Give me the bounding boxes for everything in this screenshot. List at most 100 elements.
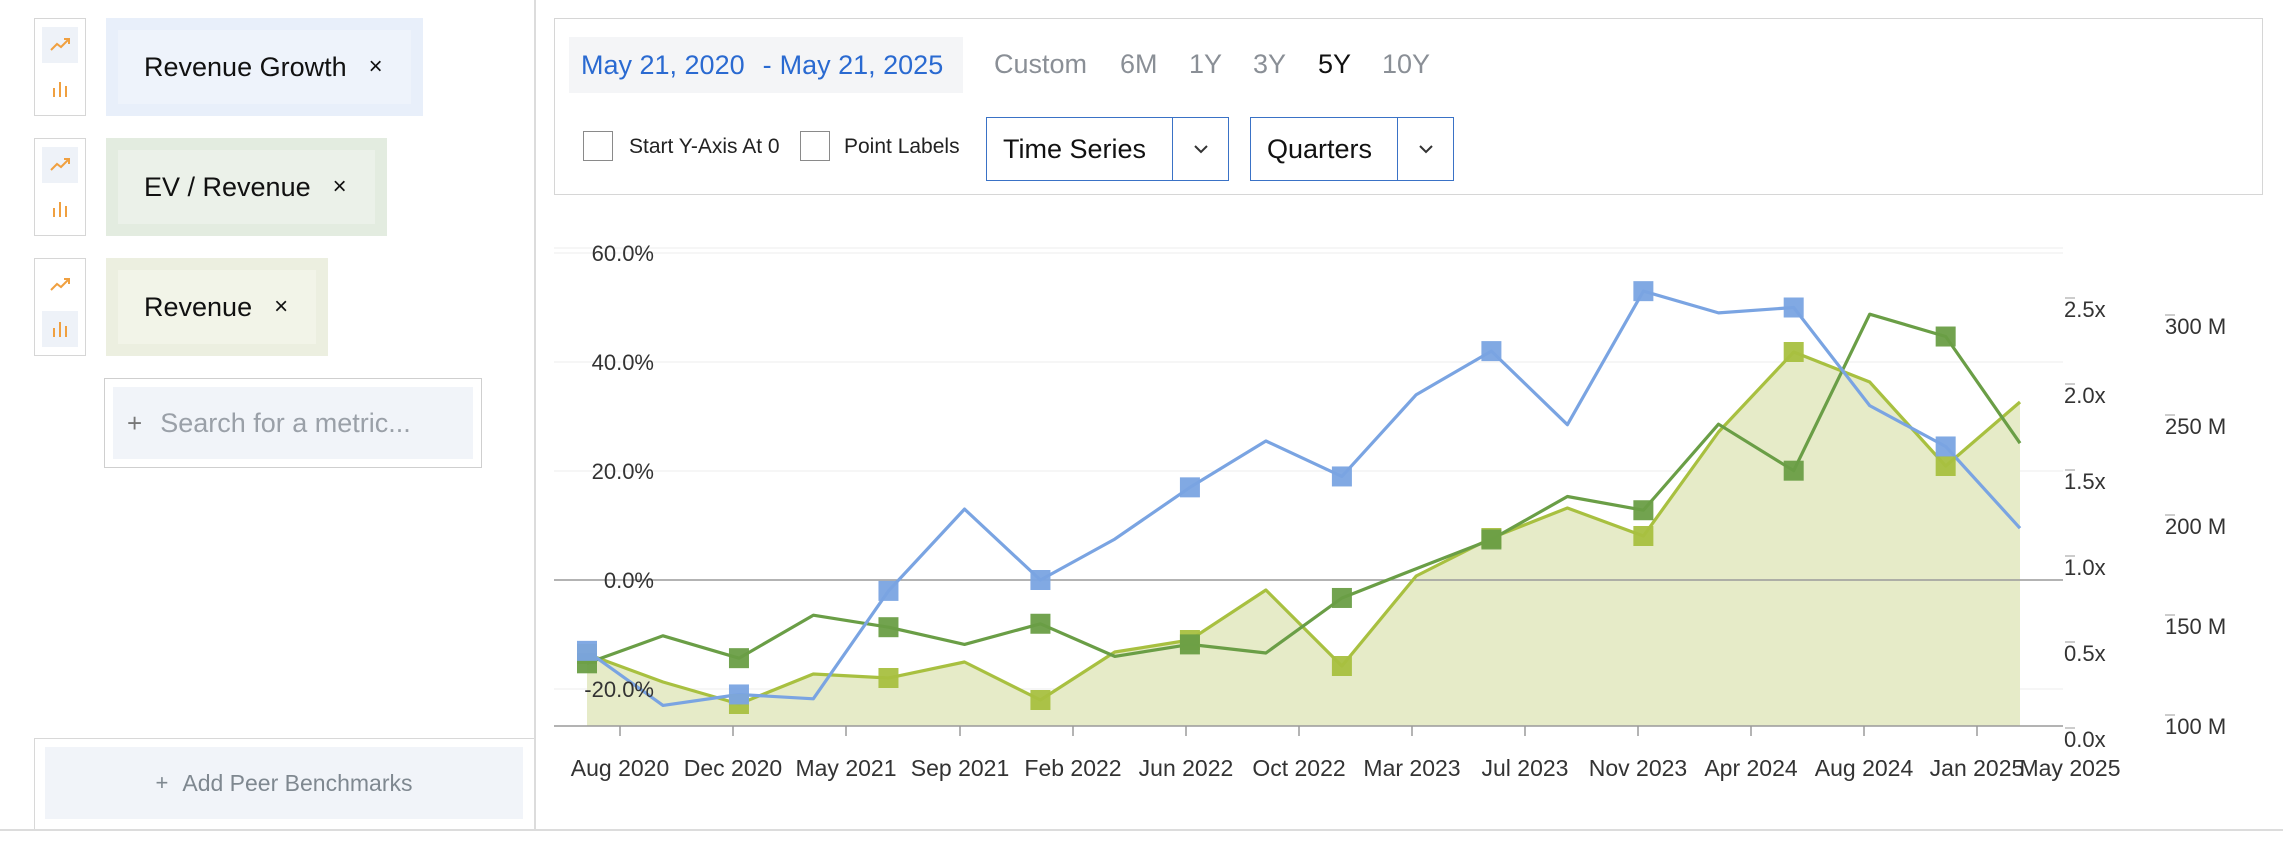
chevron-down-icon[interactable] xyxy=(1172,118,1228,180)
chart-type-toggle xyxy=(34,258,86,356)
x-tick-label: Feb 2022 xyxy=(1024,755,1121,781)
metric-chip[interactable]: Revenue Growth × xyxy=(106,18,423,116)
period-5y[interactable]: 5Y xyxy=(1318,49,1351,80)
chart-type-toggle xyxy=(34,138,86,236)
add-peer-benchmarks-label: Add Peer Benchmarks xyxy=(182,769,413,796)
remove-metric-icon[interactable]: × xyxy=(333,173,347,201)
x-tick-label: May 2025 xyxy=(2019,755,2120,781)
frequency-value: Quarters xyxy=(1267,133,1373,164)
x-tick-label: Jun 2022 xyxy=(1139,755,1234,781)
date-start[interactable]: May 21, 2020 xyxy=(581,50,745,81)
date-separator: - xyxy=(762,49,772,80)
right-m-tick-label: 250 M xyxy=(2165,414,2226,439)
revenue-area xyxy=(587,352,2020,726)
search-input[interactable] xyxy=(158,406,463,440)
bar-chart-icon[interactable] xyxy=(42,191,78,227)
frequency-select[interactable]: Quarters xyxy=(1250,117,1454,181)
period-1y[interactable]: 1Y xyxy=(1189,49,1222,80)
left-tick-label: -20.0% xyxy=(584,677,654,702)
data-point xyxy=(1783,460,1804,481)
series-lines xyxy=(586,289,2022,708)
left-tick-label: 20.0% xyxy=(592,459,654,484)
data-point xyxy=(1783,342,1804,362)
data-point xyxy=(1935,436,1956,457)
period-10y[interactable]: 10Y xyxy=(1382,49,1430,80)
data-point xyxy=(1179,634,1200,655)
remove-metric-icon[interactable]: × xyxy=(369,53,383,81)
period-6m[interactable]: 6M xyxy=(1120,49,1158,80)
metric-chip[interactable]: Revenue × xyxy=(106,258,329,356)
right-x-tick-label: 1.5x xyxy=(2064,469,2106,494)
line-chart-icon[interactable] xyxy=(42,147,78,183)
series-line-revenue-growth xyxy=(586,289,2022,708)
data-point xyxy=(1935,456,1956,476)
right-m-tick-label: 300 M xyxy=(2165,314,2226,339)
period-3y[interactable]: 3Y xyxy=(1253,49,1286,80)
right-x-tick-label: 2.5x xyxy=(2064,297,2106,322)
data-point xyxy=(878,617,899,638)
right-x-tick-label: 0.0x xyxy=(2064,727,2106,752)
metric-chip-label: Revenue xyxy=(144,291,253,322)
date-end[interactable]: May 21, 2025 xyxy=(780,50,944,81)
add-peer-benchmarks-button[interactable]: + Add Peer Benchmarks xyxy=(45,747,523,819)
data-point xyxy=(1481,341,1502,362)
period-custom[interactable]: Custom xyxy=(994,49,1087,80)
data-point xyxy=(1030,613,1051,634)
remove-metric-icon[interactable]: × xyxy=(274,293,288,321)
data-point xyxy=(1030,570,1051,590)
plus-icon: + xyxy=(127,407,143,438)
data-point xyxy=(1331,656,1352,676)
data-point xyxy=(1633,281,1654,302)
bottom-divider xyxy=(0,829,2283,831)
left-tick-label: 60.0% xyxy=(592,241,654,266)
data-point xyxy=(1633,500,1654,521)
right-x-tick-label: 2.0x xyxy=(2064,383,2106,408)
line-chart-icon[interactable] xyxy=(42,267,78,303)
x-tick-label: Mar 2023 xyxy=(1363,755,1460,781)
right-x-tick-label: 0.5x xyxy=(2064,641,2106,666)
data-point xyxy=(728,694,749,714)
point-labels-checkbox[interactable] xyxy=(800,131,830,161)
series-markers xyxy=(577,281,1956,714)
data-point xyxy=(728,684,749,705)
chart-type-toggle xyxy=(34,18,86,116)
right-m-tick-label: 150 M xyxy=(2165,614,2226,639)
data-point xyxy=(1179,477,1200,498)
data-point xyxy=(1633,526,1654,546)
x-tick-label: Jul 2023 xyxy=(1482,755,1569,781)
start-y-axis-checkbox[interactable] xyxy=(583,131,613,161)
metric-search-box[interactable]: + xyxy=(113,387,473,459)
x-tick-label: May 2021 xyxy=(795,755,896,781)
metric-sidebar: Revenue Growth × EV / Revenue × Revenue … xyxy=(0,0,536,830)
x-tick-label: Oct 2022 xyxy=(1252,755,1345,781)
x-tick-label: Nov 2023 xyxy=(1589,755,1687,781)
chart-mode-value: Time Series xyxy=(1003,133,1147,164)
data-point xyxy=(1030,690,1051,710)
series-line-revenue xyxy=(586,350,2022,706)
data-point xyxy=(878,580,899,601)
x-tick-label: Dec 2020 xyxy=(684,755,782,781)
metric-chip-label: Revenue Growth xyxy=(144,51,347,82)
data-point xyxy=(1935,326,1956,347)
right-m-tick-label: 100 M xyxy=(2165,714,2226,739)
data-point xyxy=(1481,529,1502,550)
date-range-picker[interactable]: May 21, 2020 - May 21, 2025 xyxy=(569,37,964,93)
right-m-tick-label: 200 M xyxy=(2165,514,2226,539)
x-tick-label: Sep 2021 xyxy=(911,755,1009,781)
data-point xyxy=(1481,528,1502,548)
data-point xyxy=(878,668,899,688)
bar-chart-icon[interactable] xyxy=(42,311,78,347)
chart-mode-select[interactable]: Time Series xyxy=(986,117,1229,181)
grid-lines xyxy=(554,247,2063,690)
right-x-tick-label: 1.0x xyxy=(2064,555,2106,580)
bar-chart-icon[interactable] xyxy=(42,71,78,107)
chevron-down-icon[interactable] xyxy=(1397,118,1453,180)
data-point xyxy=(1331,587,1352,608)
metric-chip[interactable]: EV / Revenue × xyxy=(106,138,387,236)
data-point xyxy=(577,653,597,674)
metric-search: + xyxy=(104,378,482,468)
line-chart-icon[interactable] xyxy=(42,27,78,63)
chart-controls: May 21, 2020 - May 21, 2025 Custom 6M 1Y… xyxy=(554,18,2263,195)
point-labels-label: Point Labels xyxy=(844,135,960,158)
series-line-ev-revenue xyxy=(586,312,2022,665)
